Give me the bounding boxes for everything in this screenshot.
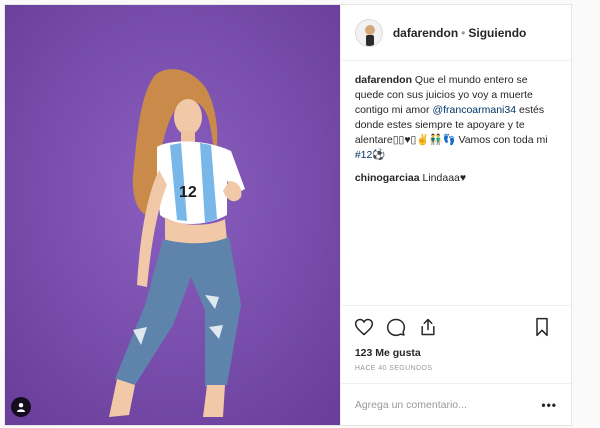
share-button[interactable]	[415, 314, 441, 340]
caption-hashtag-link[interactable]: #12⚽	[355, 149, 386, 161]
user-tag-icon[interactable]	[11, 397, 31, 417]
post-photo: 12	[5, 5, 340, 425]
post-sidebar: dafarendon • Siguiendo dafarendon Que el m…	[339, 5, 571, 425]
avatar-image	[355, 19, 382, 46]
page: 12 dafarendon • Siguiendo dafarendon Que…	[0, 0, 600, 428]
post-header: dafarendon • Siguiendo	[340, 5, 571, 61]
comment-input[interactable]	[354, 398, 542, 411]
post-timestamp: HACE 40 SEGUNDOS	[354, 365, 433, 372]
header-text: dafarendon • Siguiendo	[393, 26, 527, 40]
share-icon	[421, 318, 435, 335]
comment-bubble-icon	[386, 318, 405, 336]
comment-username[interactable]: chinogarciaa	[355, 172, 420, 184]
user-tag-glyph	[17, 403, 25, 412]
like-button[interactable]	[351, 314, 377, 340]
svg-text:12: 12	[179, 184, 197, 201]
post-card: 12 dafarendon • Siguiendo dafarendon Que…	[4, 4, 572, 426]
comment-button[interactable]	[383, 314, 409, 340]
avatar[interactable]	[354, 18, 383, 47]
bookmark-icon	[536, 317, 548, 337]
action-bar	[340, 305, 571, 347]
post-username[interactable]: dafarendon	[393, 26, 458, 40]
caption-mention-link[interactable]: @francoarmani34	[432, 104, 516, 116]
post-caption: dafarendon Que el mundo entero se quede …	[355, 73, 557, 163]
comments-section: dafarendon Que el mundo entero se quede …	[341, 61, 571, 305]
heart-icon	[354, 318, 373, 335]
more-options-button[interactable]: •••	[541, 398, 557, 412]
save-button[interactable]	[529, 314, 555, 340]
comment-item: chinogarciaa Lindaaa♥	[355, 171, 557, 186]
add-comment-bar: •••	[340, 383, 571, 425]
post-image[interactable]: 12	[5, 5, 340, 425]
comment-text: Lindaaa♥	[419, 172, 467, 184]
caption-username[interactable]: dafarendon	[355, 74, 412, 86]
header-separator: •	[461, 25, 466, 40]
follow-status-button[interactable]: Siguiendo	[468, 26, 526, 40]
likes-count[interactable]: 123 Me gusta	[341, 347, 571, 361]
